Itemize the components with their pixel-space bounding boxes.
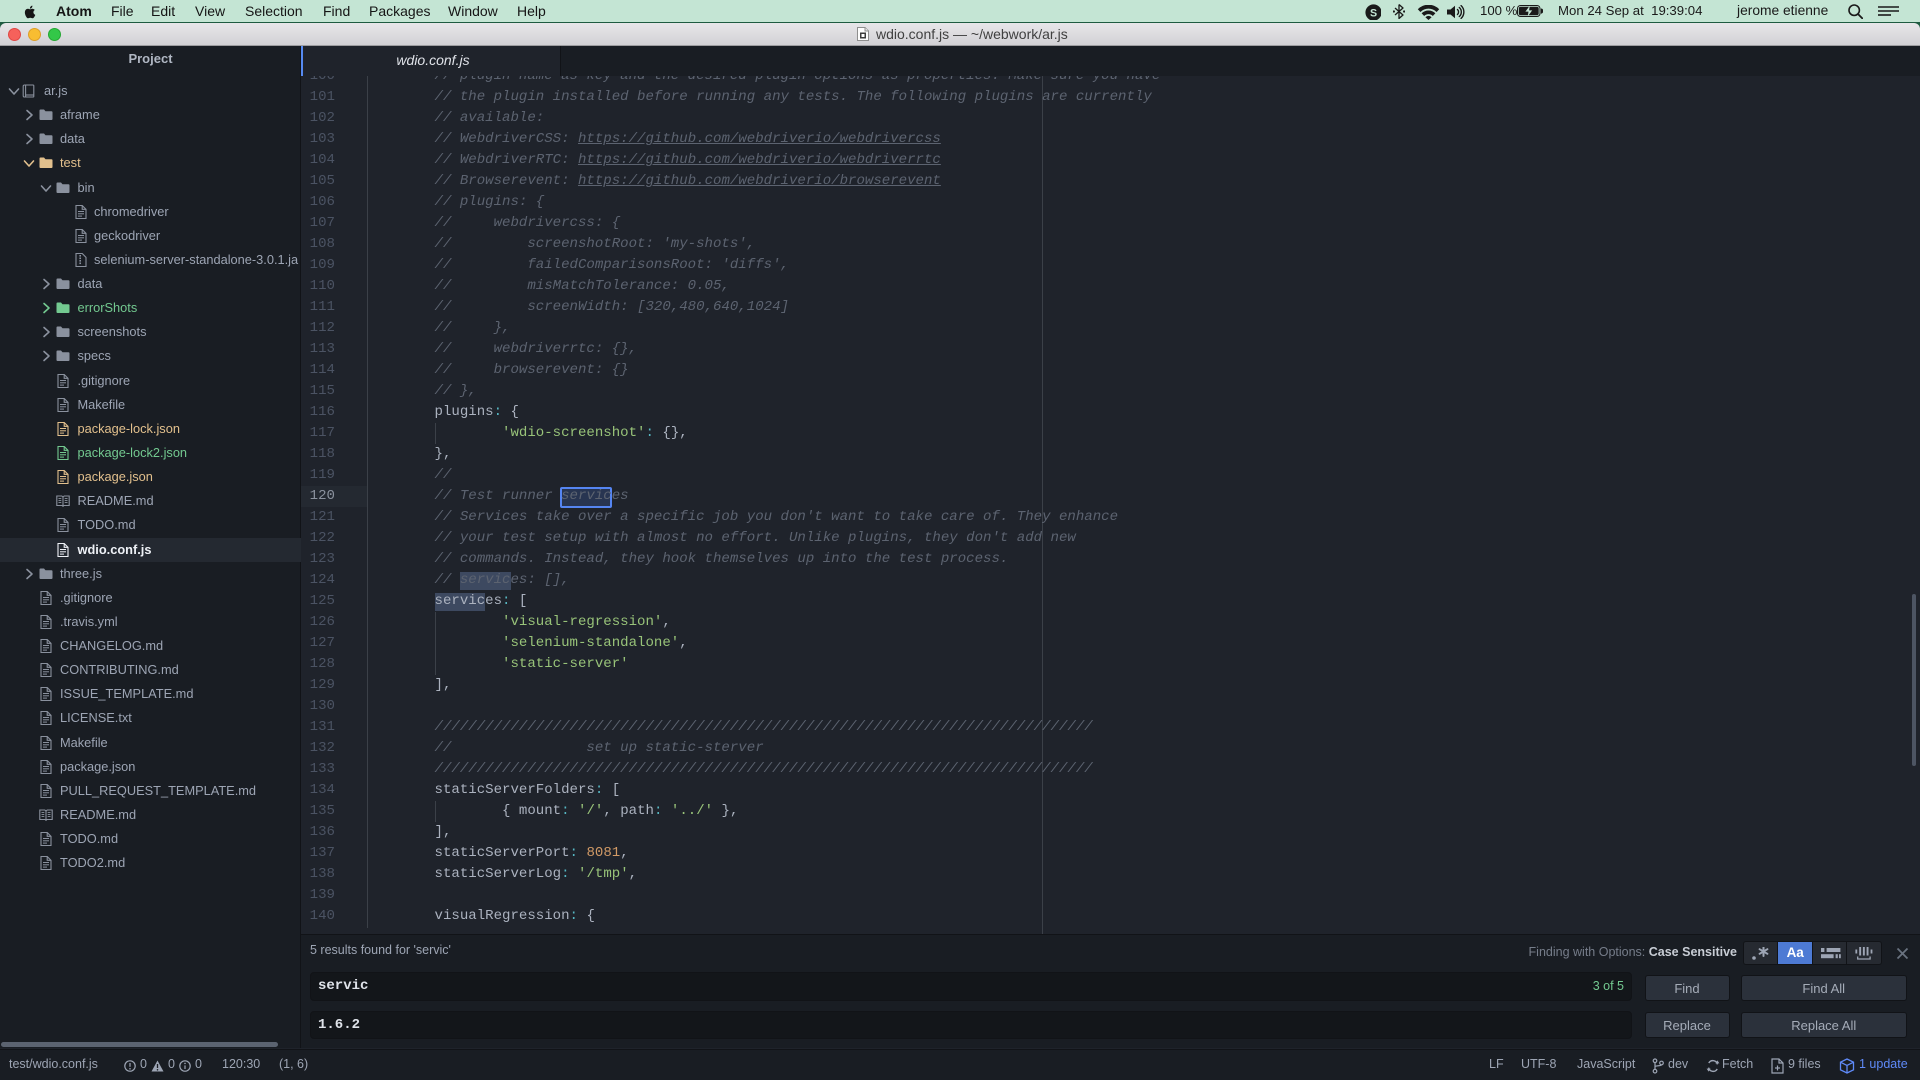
svg-text:S: S xyxy=(1370,7,1377,19)
